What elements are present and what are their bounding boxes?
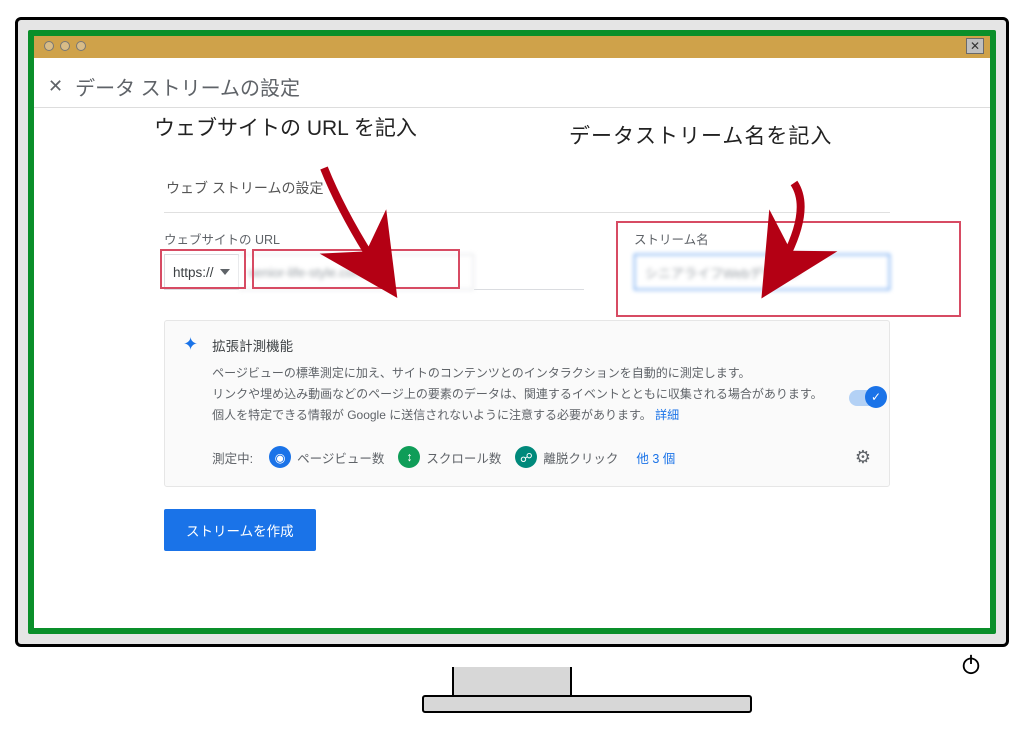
more-chips-link[interactable]: 他 3 個 — [636, 448, 675, 467]
close-icon[interactable]: ✕ — [48, 76, 63, 97]
website-url-input[interactable] — [239, 254, 474, 290]
chip-page-views: ◉ ページビュー数 — [267, 444, 386, 470]
click-icon: ☍ — [515, 446, 537, 468]
url-label: ウェブサイトの URL — [164, 229, 584, 248]
window-titlebar: ✕ — [34, 36, 990, 58]
chip-scrolls: ↕ スクロール数 — [396, 444, 503, 470]
monitor-stand — [422, 667, 602, 707]
annotation-layer: ウェブサイトの URL を記入 データストリーム名を記入 — [34, 108, 990, 160]
callout-stream-name: データストリーム名を記入 — [569, 120, 832, 150]
traffic-light-dot — [76, 41, 86, 51]
section-heading: ウェブ ストリームの設定 — [164, 164, 890, 213]
website-url-field: ウェブサイトの URL https:// — [164, 229, 584, 290]
stream-name-field: ストリーム名 — [634, 229, 890, 290]
chip-outbound-click: ☍ 離脱クリック — [513, 444, 620, 470]
stream-setup-card: ウェブ ストリームの設定 ウェブサイトの URL https:// — [164, 160, 890, 581]
page-header: ✕ データ ストリームの設定 — [34, 58, 990, 108]
stream-name-label: ストリーム名 — [634, 229, 890, 248]
screen-bezel: ✕ ✕ データ ストリームの設定 ウェブサイトの URL を記入 データストリー… — [28, 30, 996, 634]
screen-content: ✕ データ ストリームの設定 ウェブサイトの URL を記入 データストリーム名… — [34, 58, 990, 628]
protocol-select[interactable]: https:// — [164, 254, 239, 290]
sparkle-icon: ✦ — [183, 335, 198, 353]
monitor-frame: ✕ ✕ データ ストリームの設定 ウェブサイトの URL を記入 データストリー… — [15, 17, 1009, 647]
enhanced-title: 拡張計測機能 — [212, 335, 871, 355]
input-extension — [474, 254, 584, 290]
callout-url: ウェブサイトの URL を記入 — [154, 112, 417, 142]
traffic-light-dot — [44, 41, 54, 51]
protocol-value: https:// — [173, 265, 214, 280]
measuring-label: 測定中: — [212, 448, 253, 467]
window-close-button[interactable]: ✕ — [966, 38, 984, 54]
chevron-down-icon — [220, 269, 230, 275]
check-icon: ✓ — [865, 386, 887, 408]
enhanced-description: ページビューの標準測定に加え、サイトのコンテンツとのインタラクションを自動的に測… — [212, 363, 832, 426]
detail-link[interactable]: 詳細 — [655, 408, 679, 422]
page-title: データ ストリームの設定 — [75, 72, 300, 101]
power-icon — [960, 653, 982, 675]
measurement-chips: 測定中: ◉ ページビュー数 ↕ スクロール数 ☍ — [212, 444, 871, 470]
scroll-icon: ↕ — [398, 446, 420, 468]
traffic-light-dot — [60, 41, 70, 51]
stream-name-input[interactable] — [634, 254, 890, 290]
eye-icon: ◉ — [269, 446, 291, 468]
gear-icon[interactable]: ⚙ — [855, 447, 871, 468]
enhanced-measurement-panel: ✦ 拡張計測機能 ページビューの標準測定に加え、サイトのコンテンツとのインタラク… — [164, 320, 890, 487]
create-stream-button[interactable]: ストリームを作成 — [164, 509, 316, 551]
enhanced-toggle[interactable]: ✓ — [849, 390, 885, 406]
